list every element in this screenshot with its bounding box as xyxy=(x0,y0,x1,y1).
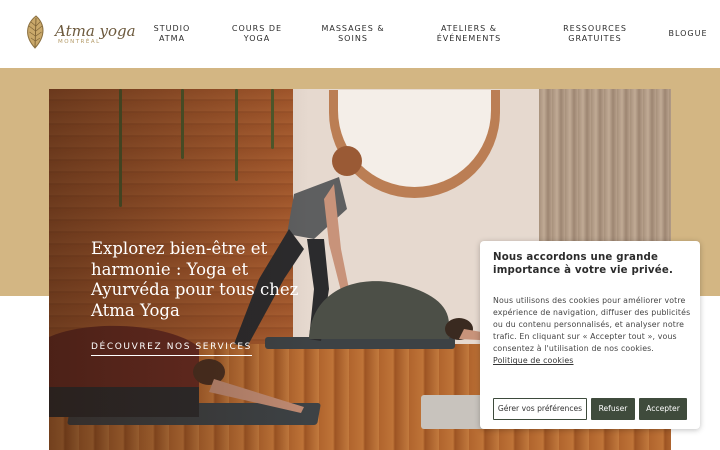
site-header: Atma yoga MONTRÉAL STUDIO ATMA COURS DE … xyxy=(0,0,720,68)
nav-label: GRATUITES xyxy=(568,34,622,43)
nav-label: SOINS xyxy=(338,34,368,43)
logo-text: Atma yoga xyxy=(55,22,136,40)
nav-label: STUDIO xyxy=(153,24,191,33)
nav-item-studio[interactable]: STUDIO ATMA xyxy=(153,24,191,44)
nav-label: COURS DE xyxy=(231,24,283,33)
leaf-icon xyxy=(27,15,44,49)
nav-label: RESSOURCES xyxy=(563,24,627,33)
cookie-message: Nous utilisons des cookies pour améliore… xyxy=(493,295,691,368)
refuse-button[interactable]: Refuser xyxy=(591,398,635,420)
nav-label: MASSAGES & xyxy=(321,24,385,33)
cookie-body-text: Nous utilisons des cookies pour améliore… xyxy=(493,296,691,354)
nav-label: YOGA xyxy=(243,34,271,43)
nav-label: BLOGUE xyxy=(668,29,708,38)
site-logo[interactable]: Atma yoga MONTRÉAL xyxy=(22,14,136,52)
nav-item-cours[interactable]: COURS DE YOGA xyxy=(230,24,284,44)
nav-item-massages[interactable]: MASSAGES & SOINS xyxy=(321,24,385,44)
discover-services-link[interactable]: DÉCOUVREZ NOS SERVICES xyxy=(91,342,252,356)
accept-button[interactable]: Accepter xyxy=(639,398,687,420)
nav-label: ATMA xyxy=(158,34,186,43)
nav-label: ATELIERS & xyxy=(440,24,498,33)
logo-subtext: MONTRÉAL xyxy=(58,39,101,45)
cookie-policy-link[interactable]: Politique de cookies xyxy=(493,356,574,365)
cookie-title: Nous accordons une grande importance à v… xyxy=(493,252,674,276)
nav-item-ressources[interactable]: RESSOURCES GRATUITES xyxy=(560,24,630,44)
hero-title: Explorez bien-être et harmonie : Yoga et… xyxy=(91,239,299,320)
nav-item-ateliers[interactable]: ATELIERS & ÉVÉNEMENTS xyxy=(432,24,506,44)
cookie-consent-panel: Nous accordons une grande importance à v… xyxy=(480,241,700,429)
nav-item-blogue[interactable]: BLOGUE xyxy=(666,29,710,39)
student-figure xyxy=(309,281,499,341)
manage-preferences-button[interactable]: Gérer vos préférences xyxy=(493,398,587,420)
nav-label: ÉVÉNEMENTS xyxy=(436,34,502,43)
